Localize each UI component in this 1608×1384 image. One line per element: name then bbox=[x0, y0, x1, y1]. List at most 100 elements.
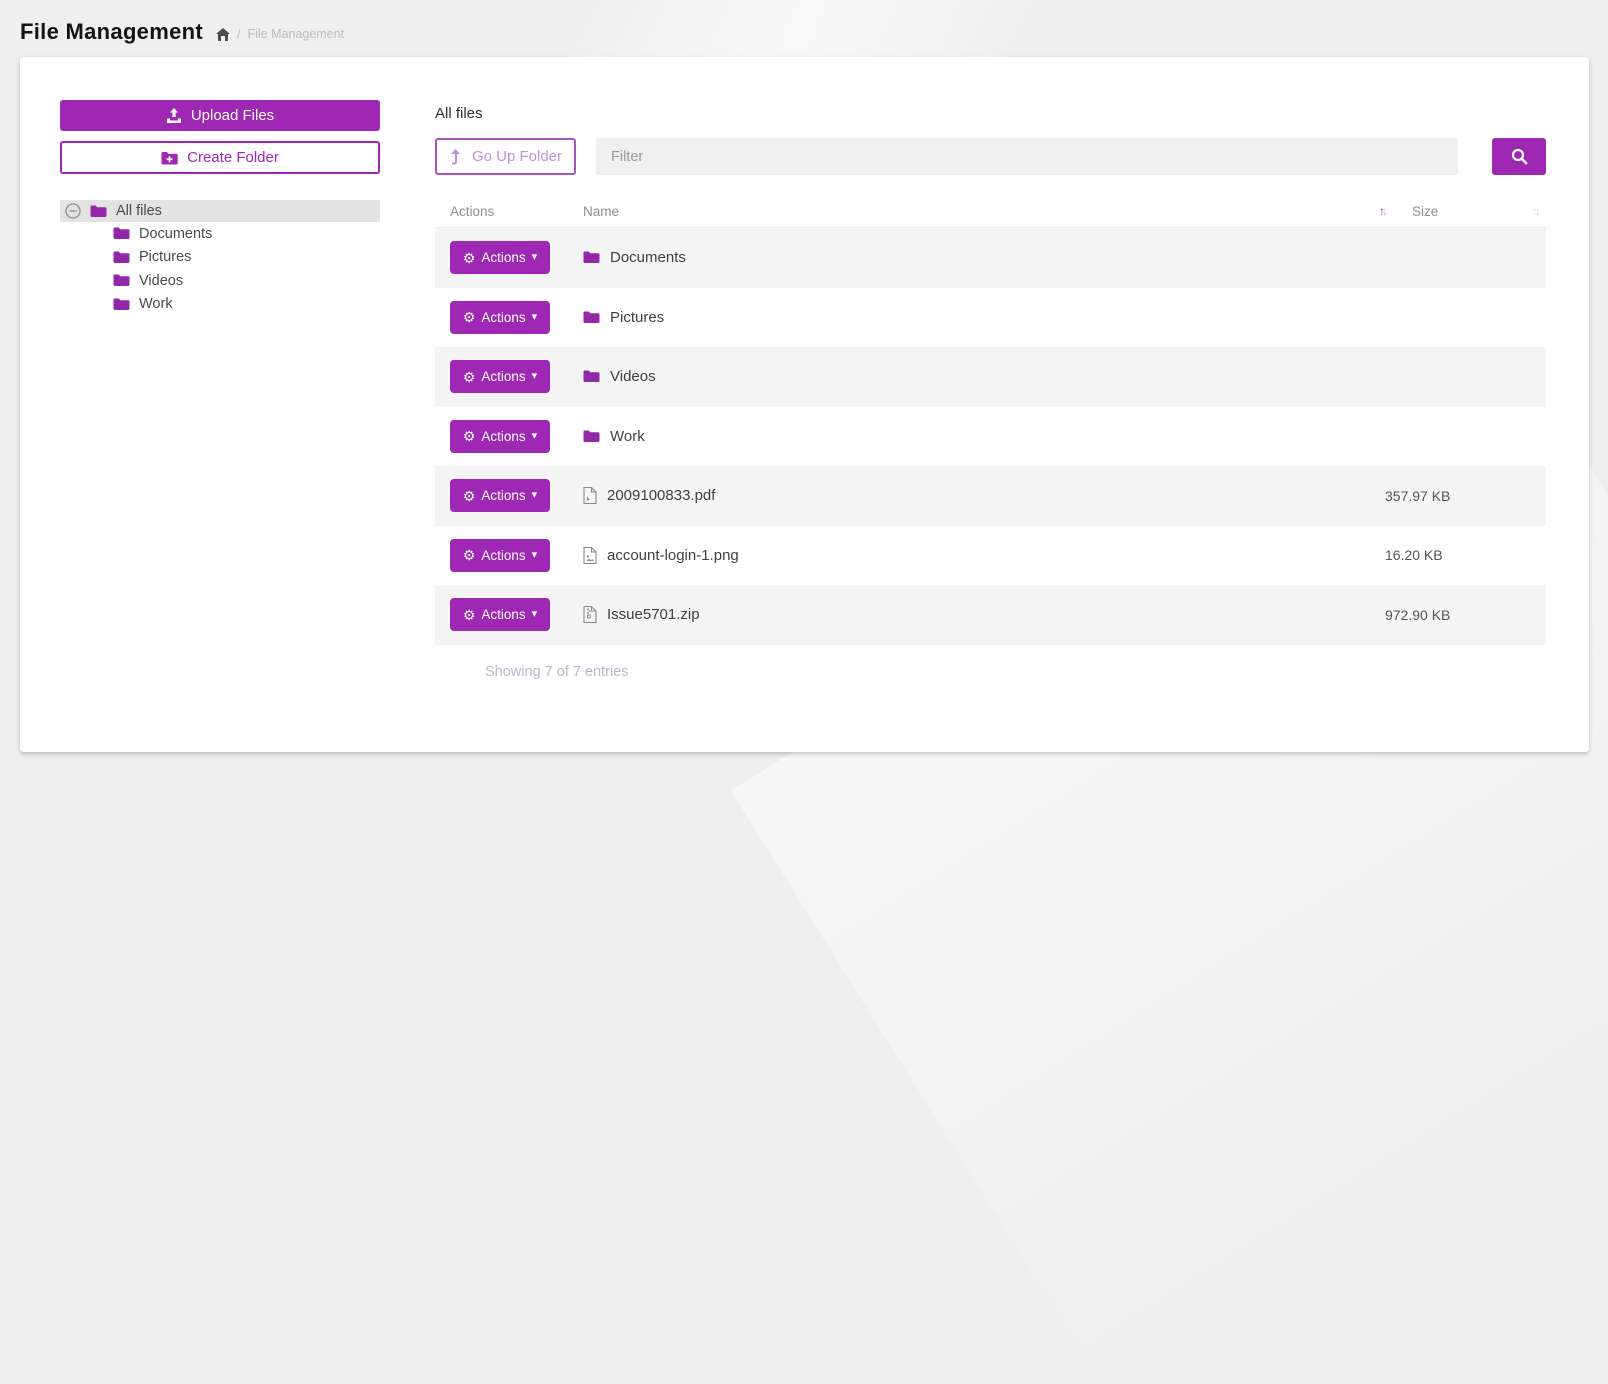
item-name: account-login-1.png bbox=[607, 547, 739, 564]
gear-icon: ⚙ bbox=[463, 608, 476, 622]
arrow-up-icon bbox=[449, 149, 462, 165]
actions-dropdown-button[interactable]: ⚙ Actions ▾ bbox=[450, 539, 550, 572]
go-up-folder-label: Go Up Folder bbox=[472, 148, 562, 165]
sort-icon-size[interactable]: ↑↓ bbox=[1532, 204, 1538, 218]
column-header-name-label: Name bbox=[583, 204, 619, 219]
gear-icon: ⚙ bbox=[463, 429, 476, 443]
tree-item-label: Work bbox=[139, 296, 173, 312]
table-row: ⚙ Actions ▾ Documents bbox=[435, 228, 1546, 288]
item-name: Videos bbox=[610, 368, 656, 385]
actions-dropdown-button[interactable]: ⚙ Actions ▾ bbox=[450, 479, 550, 512]
actions-dropdown-button[interactable]: ⚙ Actions ▾ bbox=[450, 301, 550, 334]
tree-item-documents[interactable]: Documents bbox=[60, 222, 380, 246]
actions-label: Actions bbox=[481, 548, 525, 563]
chevron-down-icon: ▾ bbox=[532, 609, 538, 620]
actions-cell: ⚙ Actions ▾ bbox=[435, 360, 583, 393]
tree-item-videos[interactable]: Videos bbox=[60, 269, 380, 293]
actions-cell: ⚙ Actions ▾ bbox=[435, 420, 583, 453]
filter-input[interactable] bbox=[596, 138, 1458, 175]
collapse-minus-icon[interactable] bbox=[65, 203, 81, 219]
name-cell[interactable]: Documents bbox=[583, 249, 1385, 266]
item-name: Pictures bbox=[610, 309, 664, 326]
item-name: Issue5701.zip bbox=[607, 606, 700, 623]
page-title: File Management bbox=[20, 19, 203, 45]
actions-cell: ⚙ Actions ▾ bbox=[435, 598, 583, 631]
tree-item-label: Pictures bbox=[139, 249, 191, 265]
name-cell[interactable]: Videos bbox=[583, 368, 1385, 385]
chevron-down-icon: ▾ bbox=[532, 312, 538, 323]
actions-label: Actions bbox=[481, 250, 525, 265]
name-cell[interactable]: Pictures bbox=[583, 309, 1385, 326]
table-row: ⚙ Actions ▾ Videos bbox=[435, 347, 1546, 407]
tree-item-label: All files bbox=[116, 203, 162, 219]
table-row: ⚙ Actions ▾ 2009100833.pdf 357.97 KB bbox=[435, 466, 1546, 526]
folder-icon bbox=[583, 370, 600, 383]
actions-label: Actions bbox=[481, 369, 525, 384]
size-cell: 357.97 KB bbox=[1385, 488, 1546, 504]
actions-dropdown-button[interactable]: ⚙ Actions ▾ bbox=[450, 420, 550, 453]
toolbar: Go Up Folder bbox=[435, 138, 1546, 175]
actions-dropdown-button[interactable]: ⚙ Actions ▾ bbox=[450, 598, 550, 631]
tree-item-all-files[interactable]: All files bbox=[60, 200, 380, 222]
column-header-size-label: Size bbox=[1412, 204, 1438, 219]
gear-icon: ⚙ bbox=[463, 489, 476, 503]
folder-icon bbox=[113, 274, 130, 287]
name-cell[interactable]: account-login-1.png bbox=[583, 547, 1385, 564]
chevron-down-icon: ▾ bbox=[532, 490, 538, 501]
search-icon bbox=[1511, 148, 1528, 165]
upload-files-label: Upload Files bbox=[191, 107, 274, 124]
gear-icon: ⚙ bbox=[463, 310, 476, 324]
actions-dropdown-button[interactable]: ⚙ Actions ▾ bbox=[450, 360, 550, 393]
breadcrumb-current: File Management bbox=[247, 27, 344, 41]
folder-icon bbox=[113, 227, 130, 240]
breadcrumb: / File Management bbox=[216, 27, 344, 41]
archive-file-icon bbox=[583, 606, 597, 623]
item-name: Documents bbox=[610, 249, 686, 266]
actions-label: Actions bbox=[481, 429, 525, 444]
chevron-down-icon: ▾ bbox=[532, 371, 538, 382]
entries-count: Showing 7 of 7 entries bbox=[435, 664, 1546, 680]
tree-item-pictures[interactable]: Pictures bbox=[60, 246, 380, 270]
actions-label: Actions bbox=[481, 310, 525, 325]
folder-icon bbox=[583, 311, 600, 324]
folder-icon bbox=[583, 430, 600, 443]
folder-icon bbox=[583, 251, 600, 264]
create-folder-label: Create Folder bbox=[187, 149, 279, 166]
current-folder-heading: All files bbox=[435, 105, 1546, 122]
column-header-size[interactable]: Size ↑↓ bbox=[1385, 204, 1546, 219]
folder-plus-icon bbox=[161, 151, 178, 165]
upload-icon bbox=[166, 108, 182, 123]
upload-files-button[interactable]: Upload Files bbox=[60, 100, 380, 131]
sidebar: Upload Files Create Folder All files bbox=[60, 100, 380, 316]
column-header-name[interactable]: Name ↑↓ bbox=[583, 204, 1385, 219]
chevron-down-icon: ▾ bbox=[532, 550, 538, 561]
tree-item-work[interactable]: Work bbox=[60, 293, 380, 317]
go-up-folder-button[interactable]: Go Up Folder bbox=[435, 138, 576, 175]
name-cell[interactable]: Issue5701.zip bbox=[583, 606, 1385, 623]
size-cell: 972.90 KB bbox=[1385, 607, 1546, 623]
create-folder-button[interactable]: Create Folder bbox=[60, 141, 380, 174]
gear-icon: ⚙ bbox=[463, 548, 476, 562]
actions-cell: ⚙ Actions ▾ bbox=[435, 301, 583, 334]
home-icon[interactable] bbox=[216, 28, 230, 41]
column-header-actions: Actions bbox=[435, 204, 583, 219]
table-row: ⚙ Actions ▾ account-login-1.png 16.20 KB bbox=[435, 526, 1546, 586]
actions-label: Actions bbox=[481, 488, 525, 503]
folder-icon bbox=[113, 251, 130, 264]
search-button[interactable] bbox=[1492, 138, 1546, 175]
name-cell[interactable]: 2009100833.pdf bbox=[583, 487, 1385, 504]
table-body: ⚙ Actions ▾ Documents ⚙ A bbox=[435, 228, 1546, 645]
folder-tree: All files Documents Pictures Videos bbox=[60, 200, 380, 316]
actions-label: Actions bbox=[481, 607, 525, 622]
tree-item-label: Videos bbox=[139, 273, 183, 289]
folder-icon bbox=[113, 298, 130, 311]
table-row: ⚙ Actions ▾ Issue5701.zip 972.90 KB bbox=[435, 585, 1546, 645]
actions-dropdown-button[interactable]: ⚙ Actions ▾ bbox=[450, 241, 550, 274]
tree-item-label: Documents bbox=[139, 226, 212, 242]
table-row: ⚙ Actions ▾ Pictures bbox=[435, 288, 1546, 348]
folder-icon bbox=[90, 205, 107, 218]
name-cell[interactable]: Work bbox=[583, 428, 1385, 445]
chevron-down-icon: ▾ bbox=[532, 431, 538, 442]
chevron-down-icon: ▾ bbox=[532, 252, 538, 263]
gear-icon: ⚙ bbox=[463, 370, 476, 384]
